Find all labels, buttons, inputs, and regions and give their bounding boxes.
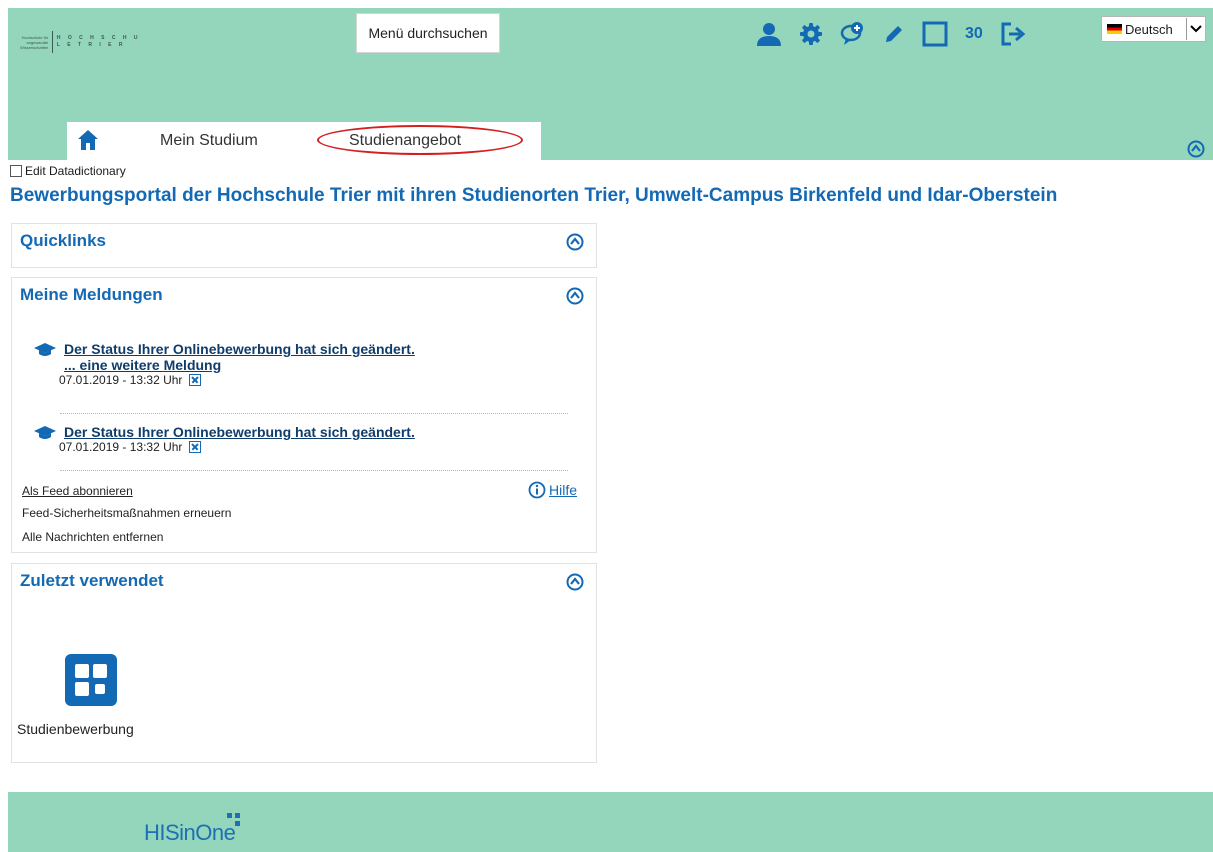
recently-used-panel: Zuletzt verwendet Studienbewerbung xyxy=(11,563,597,763)
gear-icon[interactable] xyxy=(799,22,823,46)
nav-item-mein-studium[interactable]: Mein Studium xyxy=(160,132,258,150)
edit-datadictionary-label: Edit Datadictionary xyxy=(25,164,126,178)
message-separator xyxy=(60,413,568,414)
feed-security-link[interactable]: Feed-Sicherheitsmaßnahmen erneuern xyxy=(22,506,231,520)
meldungen-title[interactable]: Meine Meldungen xyxy=(20,285,163,305)
page-title: Bewerbungsportal der Hochschule Trier mi… xyxy=(10,185,1058,206)
delete-message-icon[interactable] xyxy=(189,374,202,386)
application-tile-label[interactable]: Studienbewerbung xyxy=(17,721,134,737)
message-item: Der Status Ihrer Onlinebewerbung hat sic… xyxy=(34,424,415,454)
square-icon[interactable] xyxy=(922,21,948,47)
message-item: Der Status Ihrer Onlinebewerbung hat sic… xyxy=(34,341,415,387)
message-title-link[interactable]: Der Status Ihrer Onlinebewerbung hat sic… xyxy=(64,424,415,440)
info-icon xyxy=(528,481,546,499)
recently-used-title[interactable]: Zuletzt verwendet xyxy=(20,571,164,591)
hochschule-logo[interactable]: Hochschule für angewandte Wissenschaften… xyxy=(18,22,148,62)
pencil-icon[interactable] xyxy=(883,23,905,45)
language-selected-label: Deutsch xyxy=(1125,21,1173,37)
application-tile-icon[interactable] xyxy=(65,654,117,706)
chat-add-icon[interactable] xyxy=(840,21,866,47)
edit-datadictionary-checkbox[interactable] xyxy=(10,165,22,177)
main-navigation: Mein Studium Studienangebot xyxy=(67,122,541,160)
meldungen-panel: Meine Meldungen Der Status Ihrer Onlineb… xyxy=(11,277,597,553)
message-more-link[interactable]: ... eine weitere Meldung xyxy=(64,357,415,373)
language-select[interactable]: Deutsch xyxy=(1101,16,1206,42)
collapse-header-icon[interactable] xyxy=(1187,140,1205,163)
user-icon[interactable] xyxy=(756,21,782,47)
delete-message-icon[interactable] xyxy=(189,441,202,453)
quicklinks-panel: Quicklinks xyxy=(11,223,597,268)
collapse-meldungen-icon[interactable] xyxy=(566,287,584,310)
home-icon[interactable] xyxy=(77,129,99,156)
session-countdown: 30 xyxy=(965,25,983,42)
graduation-cap-icon xyxy=(34,343,56,362)
feed-subscribe-link[interactable]: Als Feed abonnieren xyxy=(22,484,133,498)
chevron-down-icon[interactable] xyxy=(1186,18,1205,40)
message-title-link[interactable]: Der Status Ihrer Onlinebewerbung hat sic… xyxy=(64,341,415,357)
quicklinks-title[interactable]: Quicklinks xyxy=(20,231,106,251)
remove-all-messages-link[interactable]: Alle Nachrichten entfernen xyxy=(22,530,163,544)
logo-big-text: H O C H S C H U L E T R I E R xyxy=(56,35,141,48)
graduation-cap-icon xyxy=(34,426,56,445)
german-flag-icon xyxy=(1107,24,1122,34)
header-toolbar: 30 xyxy=(756,19,1043,49)
message-date: 07.01.2019 - 13:32 Uhr xyxy=(59,373,183,387)
help-link-label: Hilfe xyxy=(549,482,578,498)
nav-item-studienangebot[interactable]: Studienangebot xyxy=(349,132,461,150)
footer-bar: HISinOne xyxy=(8,792,1213,852)
hisinone-logo[interactable]: HISinOne xyxy=(144,820,236,846)
hisinone-logo-dots xyxy=(227,813,245,831)
logo-small-text: Hochschule für angewandte Wissenschaften xyxy=(20,34,49,50)
message-date: 07.01.2019 - 13:32 Uhr xyxy=(59,440,183,454)
header-bar: Hochschule für angewandte Wissenschaften… xyxy=(8,8,1213,160)
collapse-recently-used-icon[interactable] xyxy=(566,573,584,596)
menu-search-button[interactable]: Menü durchsuchen xyxy=(356,13,500,53)
logout-icon[interactable] xyxy=(1000,21,1026,47)
edit-datadictionary-toggle[interactable]: Edit Datadictionary xyxy=(10,164,126,178)
message-separator xyxy=(60,470,568,471)
help-link[interactable]: Hilfe xyxy=(528,481,577,499)
collapse-quicklinks-icon[interactable] xyxy=(566,233,584,256)
